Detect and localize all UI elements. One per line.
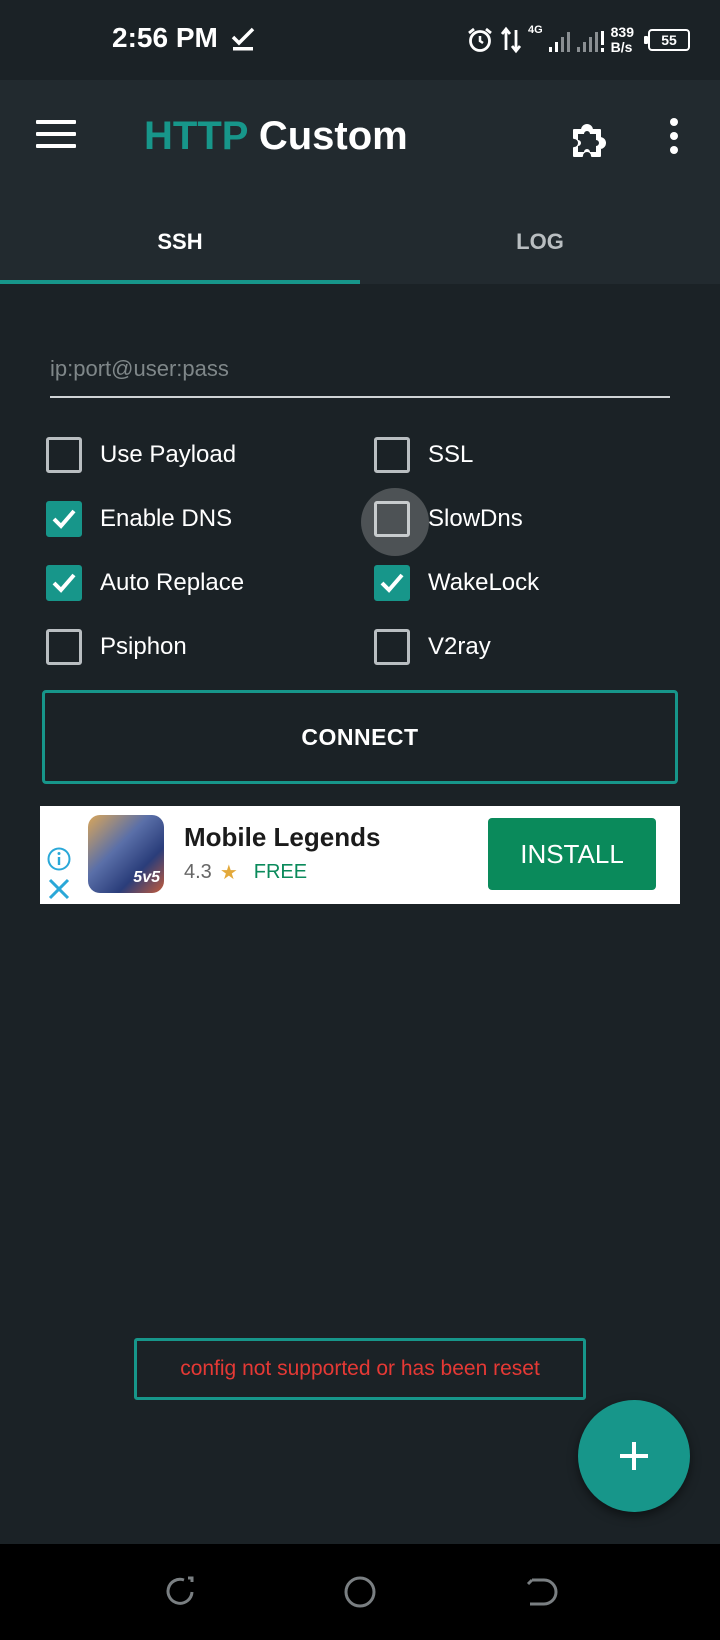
add-fab-button[interactable] (578, 1400, 690, 1512)
tab-bar: SSH LOG (0, 200, 720, 284)
net-speed: 839 B/s (610, 24, 634, 55)
app-title: HTTP Custom (144, 114, 408, 159)
check-icon (52, 573, 76, 593)
slowdns-checkbox[interactable] (361, 488, 429, 556)
psiphon-checkbox[interactable] (46, 629, 82, 665)
tab-log[interactable]: LOG (360, 200, 720, 284)
use-payload-checkbox[interactable] (46, 437, 82, 473)
ssl-label: SSL (428, 441, 474, 468)
check-icon (380, 573, 404, 593)
tab-ssh[interactable]: SSH (0, 200, 360, 284)
psiphon-label: Psiphon (100, 633, 187, 660)
check-icon (52, 509, 76, 529)
ad-rating: 4.3 (184, 861, 212, 883)
option-slowdns[interactable]: SlowDns (361, 488, 523, 556)
more-options-icon[interactable] (664, 118, 684, 158)
plus-icon (620, 1442, 648, 1470)
back-icon[interactable] (520, 1572, 560, 1612)
puzzle-extension-icon[interactable] (568, 116, 612, 160)
recent-apps-icon[interactable] (160, 1572, 200, 1612)
battery-icon: 55 (644, 29, 690, 51)
status-icons: 4G 839 B/s 55 (466, 20, 690, 60)
alarm-icon (468, 27, 492, 52)
status-time: 2:56 PM (112, 22, 218, 53)
network-gen: 4G (527, 24, 543, 36)
auto-replace-checkbox[interactable] (46, 565, 82, 601)
download-done-icon (231, 27, 255, 51)
v2ray-checkbox[interactable] (374, 629, 410, 665)
ad-close-icon[interactable] (46, 876, 72, 902)
signal-icon (548, 31, 604, 52)
hamburger-menu-icon[interactable] (36, 120, 76, 156)
ad-app-logo[interactable]: 5v5 (88, 815, 164, 893)
slowdns-label: SlowDns (428, 505, 523, 532)
server-input[interactable] (50, 350, 670, 398)
ad-info-icon[interactable] (46, 846, 72, 872)
use-payload-label: Use Payload (100, 441, 237, 468)
home-icon[interactable] (340, 1572, 380, 1612)
option-v2ray[interactable]: V2ray (374, 629, 491, 665)
enable-dns-label: Enable DNS (100, 505, 233, 532)
ad-banner[interactable]: 5v5 Mobile Legends 4.3 ★ FREE INSTALL (40, 806, 680, 904)
app-bar: HTTP Custom SSH LOG (0, 80, 720, 284)
auto-replace-label: Auto Replace (100, 569, 245, 596)
wakelock-checkbox[interactable] (374, 565, 410, 601)
system-nav-bar (0, 1544, 720, 1640)
star-icon: ★ (219, 862, 238, 884)
ad-meta: 4.3 ★ FREE (184, 860, 307, 885)
app-title-accent: HTTP (144, 114, 248, 158)
ssl-checkbox[interactable] (374, 437, 410, 473)
ad-logo-text: 5v5 (133, 869, 160, 886)
v2ray-label: V2ray (428, 633, 491, 660)
wakelock-label: WakeLock (428, 569, 540, 596)
enable-dns-checkbox[interactable] (46, 501, 82, 537)
option-auto-replace[interactable]: Auto Replace (46, 565, 244, 601)
ad-title[interactable]: Mobile Legends (184, 822, 380, 853)
option-use-payload[interactable]: Use Payload (46, 437, 236, 473)
option-wakelock[interactable]: WakeLock (374, 565, 539, 601)
active-tab-indicator (0, 280, 360, 284)
ad-install-button[interactable]: INSTALL (488, 818, 656, 890)
error-toast: config not supported or has been reset (134, 1338, 586, 1400)
connect-button[interactable]: CONNECT (42, 690, 678, 784)
ad-price: FREE (253, 861, 308, 883)
option-ssl[interactable]: SSL (374, 437, 473, 473)
touch-ripple (361, 488, 429, 556)
app-title-rest: Custom (247, 114, 408, 158)
option-enable-dns[interactable]: Enable DNS (46, 501, 232, 537)
option-psiphon[interactable]: Psiphon (46, 629, 187, 665)
status-bar: 2:56 PM 4G 839 B/s 55 (0, 0, 720, 80)
data-transfer-icon (500, 26, 522, 54)
